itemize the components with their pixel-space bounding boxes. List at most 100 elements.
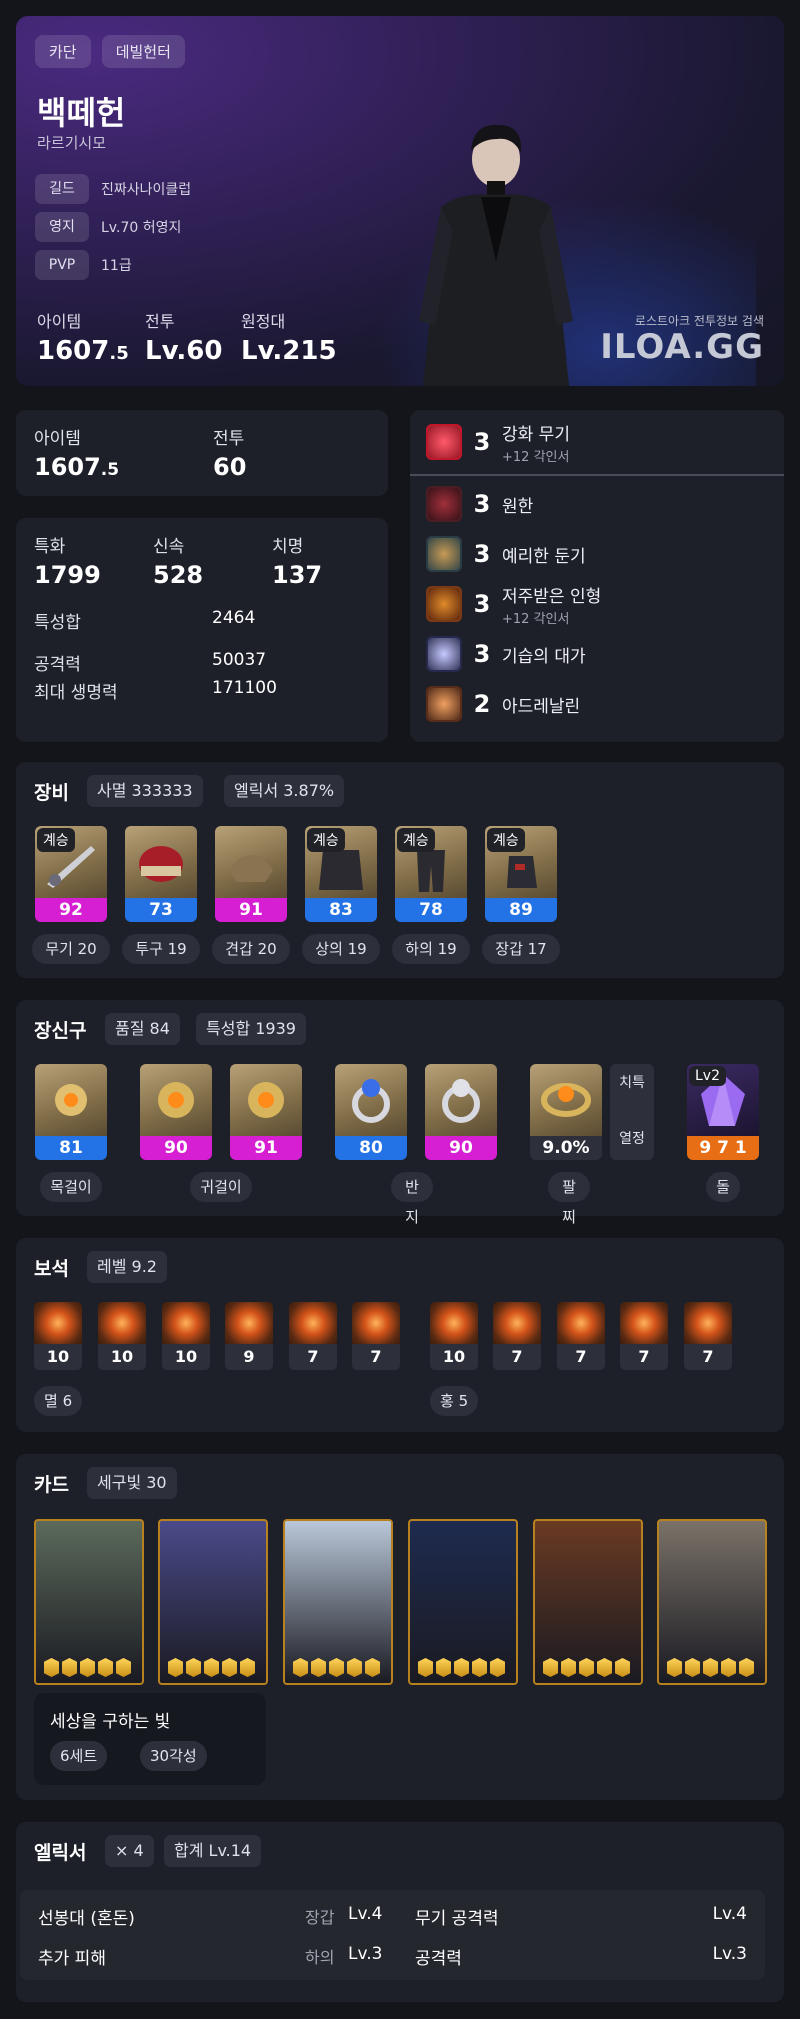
engraving-level: 3	[473, 640, 491, 668]
equipment-chest[interactable]: 계승 83	[305, 826, 377, 922]
accessory-ring[interactable]: 90	[425, 1064, 497, 1160]
card-set-box: 세상을 구하는 빛 6세트 30각성	[34, 1693, 266, 1785]
engraving-level: 3	[473, 540, 491, 568]
guild-value: 진짜사나이클럽	[101, 182, 192, 198]
equipment-gloves[interactable]: 계승 89	[485, 826, 557, 922]
elixir-name: 추가 피해	[38, 1949, 106, 1969]
tarot-card[interactable]	[408, 1519, 518, 1685]
quality-bar: 78	[395, 898, 467, 922]
accessory-bracelet[interactable]: 9.0%	[530, 1064, 602, 1160]
equipment-elixir-chip: 엘릭서 3.87%	[224, 775, 345, 807]
helmet-icon	[139, 846, 183, 882]
gem-cooldown[interactable]: 7	[557, 1302, 605, 1370]
stat-label: 치명	[272, 537, 304, 557]
gem-cooldown[interactable]: 7	[493, 1302, 541, 1370]
gem-cooldown[interactable]: 10	[430, 1302, 478, 1370]
engraving-level: 3	[473, 428, 491, 456]
hero-combat-level: 전투 Lv.60	[145, 308, 222, 366]
tarot-card[interactable]	[533, 1519, 643, 1685]
equipment-label: 견갑 20	[212, 934, 290, 964]
accessory-ring[interactable]: 80	[335, 1064, 407, 1160]
engraving-row[interactable]: 3 원한	[426, 482, 533, 526]
accessory-label: 귀걸이	[190, 1172, 252, 1202]
gem-damage[interactable]: 7	[352, 1302, 400, 1370]
engravings-card: 3 강화 무기 +12 각인서 3 원한 3 예리한 둔기 3 저주받은 인형 …	[410, 410, 784, 742]
summary-item-label: 아이템	[34, 429, 81, 449]
gem-icon	[493, 1302, 541, 1344]
accessory-earring[interactable]: 90	[140, 1064, 212, 1160]
stone-values: 9 7 1	[687, 1136, 759, 1160]
awakening-gem-icon	[365, 1658, 380, 1677]
engraving-row[interactable]: 3 저주받은 인형 +12 각인서	[426, 582, 601, 627]
awakening-gem-icon	[472, 1658, 487, 1677]
gem-damage[interactable]: 7	[289, 1302, 337, 1370]
gem-icon	[620, 1302, 668, 1344]
gem-icon	[162, 1302, 210, 1344]
gem-cooldown[interactable]: 7	[684, 1302, 732, 1370]
accessories-total-chip: 특성합 1939	[196, 1013, 306, 1045]
equipment-label: 장갑 17	[482, 934, 560, 964]
engraving-icon	[426, 486, 462, 522]
class-tag[interactable]: 데빌헌터	[101, 35, 185, 68]
equipment-pants[interactable]: 계승 78	[395, 826, 467, 922]
accessory-earring[interactable]: 91	[230, 1064, 302, 1160]
necklace-icon	[55, 1084, 87, 1116]
awakening-gem-icon	[436, 1658, 451, 1677]
equipment-weapon[interactable]: 계승 92	[35, 826, 107, 922]
engraving-row[interactable]: 2 아드레날린	[426, 682, 580, 726]
quality-bar: 92	[35, 898, 107, 922]
engraving-row[interactable]: 3 기습의 대가	[426, 632, 586, 676]
character-server: 라르기시모	[37, 134, 107, 152]
awakening-gem-icon	[703, 1658, 718, 1677]
engraving-row[interactable]: 3 예리한 둔기	[426, 532, 586, 576]
tarot-card[interactable]	[34, 1519, 144, 1685]
accessory-necklace[interactable]: 81	[35, 1064, 107, 1160]
ability-stone[interactable]: Lv2 9 7 1	[687, 1064, 759, 1160]
gems-section: 보석 레벨 9.2 10 10 10 9 7 7 10 7 7 7 7 멸 6 …	[16, 1238, 784, 1432]
awakening-gem-icon	[186, 1658, 201, 1677]
stat-specialization: 특화 1799	[34, 532, 101, 589]
gem-damage[interactable]: 10	[162, 1302, 210, 1370]
awakening-gem-icon	[116, 1658, 131, 1677]
quality-bar: 91	[230, 1136, 302, 1160]
awakening-gem-icon	[561, 1658, 576, 1677]
equipment-helmet[interactable]: 73	[125, 826, 197, 922]
tarot-card[interactable]	[283, 1519, 393, 1685]
tarot-card[interactable]	[158, 1519, 268, 1685]
stat-attack-label: 공격력	[34, 655, 81, 675]
tarot-card[interactable]	[657, 1519, 767, 1685]
awakening-gem-icon	[721, 1658, 736, 1677]
gem-level: 7	[620, 1344, 668, 1370]
card-set-tag: 6세트	[50, 1741, 108, 1771]
gem-level: 10	[162, 1344, 210, 1370]
gem-level: 10	[430, 1344, 478, 1370]
gem-cooldown[interactable]: 7	[620, 1302, 668, 1370]
engraving-icon	[426, 586, 462, 622]
gem-damage[interactable]: 10	[34, 1302, 82, 1370]
equipment-shoulder[interactable]: 91	[215, 826, 287, 922]
server-tag[interactable]: 카단	[35, 35, 91, 68]
engraving-book: +12 각인서	[502, 449, 570, 465]
equipment-label: 상의 19	[302, 934, 380, 964]
gem-icon	[34, 1302, 82, 1344]
engraving-book: +12 각인서	[502, 611, 570, 627]
awakening-gem-icon	[329, 1658, 344, 1677]
awakening-gem-icon	[418, 1658, 433, 1677]
elixir-box: 선봉대 (혼돈) 장갑 Lv.4 무기 공격력 Lv.4 추가 피해 하의 Lv…	[20, 1890, 765, 1980]
engraving-level: 2	[473, 690, 491, 718]
shoulder-icon	[229, 855, 273, 882]
quality-bar: 90	[140, 1136, 212, 1160]
awakening-gem-icon	[240, 1658, 255, 1677]
guild-key: 길드	[35, 174, 89, 204]
awakening-gem-icon	[44, 1658, 59, 1677]
gem-damage[interactable]: 9	[225, 1302, 273, 1370]
stat-value: 1799	[34, 561, 101, 589]
hero-item-decimal: .5	[109, 343, 129, 364]
engraving-row[interactable]: 3 강화 무기 +12 각인서	[426, 420, 570, 465]
summary-item-decimal: .5	[100, 460, 120, 480]
awakening-gem-icon	[80, 1658, 95, 1677]
gem-cooldown-count: 홍 5	[430, 1386, 479, 1416]
earring-icon	[248, 1082, 284, 1118]
gem-damage[interactable]: 10	[98, 1302, 146, 1370]
awakening-gem-icon	[62, 1658, 77, 1677]
